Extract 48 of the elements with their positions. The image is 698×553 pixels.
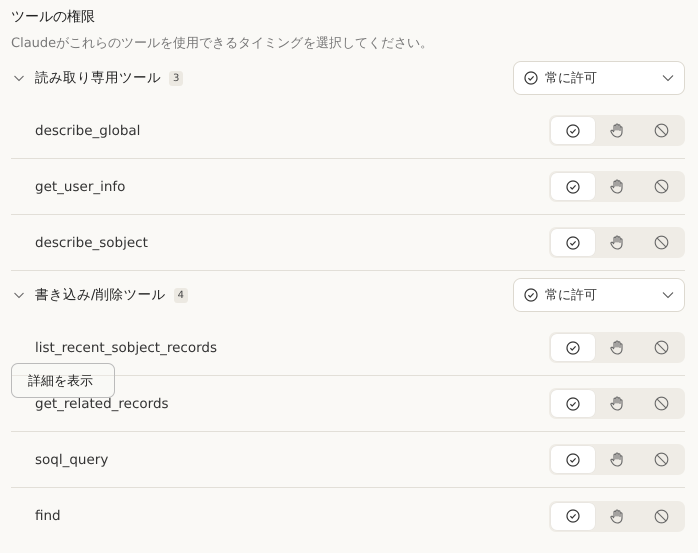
hand-icon [610,508,624,524]
permission-option[interactable] [551,173,595,200]
block-icon [654,179,668,194]
permission-option[interactable] [551,334,595,361]
check-circle-icon [566,124,580,138]
group-title: 書き込み/削除ツール [35,286,166,304]
hand-icon [610,235,624,250]
block-icon [654,123,668,138]
check-circle-icon [566,340,580,354]
chevron-down-icon [662,291,674,299]
hand-icon [610,396,624,411]
group-title: 読み取り専用ツール [35,69,161,87]
permission-option[interactable] [551,446,595,473]
check-circle-icon [566,452,580,466]
permission-option[interactable] [551,229,595,256]
tool-name: soql_query [35,452,108,468]
hand-icon [610,179,624,194]
tool-name: describe_sobject [35,234,148,250]
check-circle-icon [566,236,580,250]
check-circle-icon [566,509,580,523]
block-icon [654,235,668,250]
check-circle-icon [566,396,580,410]
hand-icon [610,452,624,467]
tool-name: get_user_info [35,178,126,194]
block-icon [654,340,668,355]
count-badge: 3 [169,70,184,86]
tool-name: get_related_records [35,396,169,412]
check-circle-icon [524,71,538,85]
hand-icon [610,123,624,138]
tool-name: describe_global [35,122,140,138]
permission-option[interactable] [551,117,595,144]
check-circle-icon [524,288,538,302]
permission-option[interactable] [551,502,595,530]
hand-icon [610,340,624,355]
count-badge: 4 [174,288,188,302]
policy-dropdown[interactable]: 常に許可 [513,278,685,312]
section-title: ツールの権限 [11,8,95,27]
check-circle-icon [566,180,580,194]
policy-dropdown[interactable]: 常に許可 [513,61,685,95]
show-details-button[interactable]: 詳細を表示 [11,363,115,398]
tool-name: find [35,508,61,524]
block-icon [654,452,668,467]
permission-option[interactable] [551,390,595,417]
section-description: Claudeがこれらのツールを使用できるタイミングを選択してください。 [11,35,434,53]
tool-name: list_recent_sobject_records [35,340,218,356]
block-icon [654,396,668,411]
block-icon [654,508,668,524]
chevron-down-icon [662,74,674,82]
